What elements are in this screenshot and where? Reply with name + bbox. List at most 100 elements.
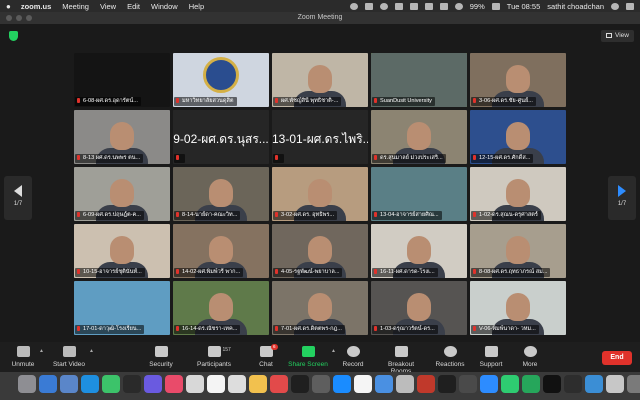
- participant-tile[interactable]: 13-04-อาจารย์สายศิณ...: [371, 167, 467, 221]
- dock-app-icon[interactable]: [375, 375, 393, 393]
- participant-tile[interactable]: ดร.สุนมาลย์ ม่วงประเสริ...: [371, 110, 467, 164]
- participant-tile[interactable]: ผศ.พัชญ์สินี พุทธิชาติ-...: [272, 53, 368, 107]
- menu-app-name[interactable]: zoom.us: [21, 2, 51, 11]
- dock-app-icon[interactable]: [144, 375, 162, 393]
- participant-tile[interactable]: 8-13 ผศ.ดร.นพพร ตน...: [74, 110, 170, 164]
- share-options-caret-icon[interactable]: ▲: [331, 348, 336, 354]
- close-window-button[interactable]: [6, 15, 12, 21]
- dock-app-icon[interactable]: [627, 375, 640, 393]
- participant-tile[interactable]: 12-15-ผศ.ดร.ศักดิ์ส...: [470, 110, 566, 164]
- clock[interactable]: Tue 08:55: [507, 2, 541, 11]
- dock-app-icon[interactable]: [312, 375, 330, 393]
- participant-tile[interactable]: 6-09-ผศ.ดร.ปฤษฎ์ต-ค...: [74, 167, 170, 221]
- participant-tile[interactable]: 4-05-รฐพัฒน์-พยาบาล...: [272, 224, 368, 278]
- audio-options-caret-icon[interactable]: ▲: [39, 348, 44, 354]
- participant-tile[interactable]: SuanDusit University: [371, 53, 467, 107]
- dock-app-icon[interactable]: [102, 375, 120, 393]
- chat-button[interactable]: 6 Chat: [256, 344, 278, 368]
- dock-app-icon[interactable]: [480, 375, 498, 393]
- participant-tile[interactable]: 9-02-ผศ.ดร.นุสร...: [173, 110, 269, 164]
- participant-tile[interactable]: 16-14-ดร.ณัชรา-เทค...: [173, 281, 269, 335]
- menu-view[interactable]: View: [100, 2, 116, 11]
- dock-app-icon[interactable]: [438, 375, 456, 393]
- view-button-label: View: [615, 32, 629, 39]
- participant-name-label: 8-14-นาย์ดา-คณะวิท...: [174, 211, 241, 220]
- menu-window[interactable]: Window: [151, 2, 178, 11]
- battery-icon[interactable]: [491, 2, 500, 10]
- more-button[interactable]: More: [520, 346, 540, 368]
- dock-app-icon[interactable]: [249, 375, 267, 393]
- dock-app-icon[interactable]: [186, 375, 204, 393]
- participant-tile[interactable]: 17-01-ดาวุฒิ-โรงเรียน...: [74, 281, 170, 335]
- dock-app-icon[interactable]: [354, 375, 372, 393]
- participant-tile[interactable]: 1-03-ดรุณาวรัตน์-ดร...: [371, 281, 467, 335]
- keyboard-icon[interactable]: [439, 2, 448, 10]
- participant-tile[interactable]: 8-14-นาย์ดา-คณะวิท...: [173, 167, 269, 221]
- dock-app-icon[interactable]: [417, 375, 435, 393]
- participant-tile[interactable]: 10-15-อาจารย์ชุตินันท์...: [74, 224, 170, 278]
- zoom-window-button[interactable]: [26, 15, 32, 21]
- dock-app-icon[interactable]: [564, 375, 582, 393]
- start-video-button[interactable]: Start Video ▲: [52, 346, 94, 368]
- participant-tile[interactable]: V-06-พิมพ์นาดา- วหม...: [470, 281, 566, 335]
- wifi-icon[interactable]: [454, 2, 463, 10]
- dock-app-icon[interactable]: [81, 375, 99, 393]
- dock-app-icon[interactable]: [459, 375, 477, 393]
- dock-app-icon[interactable]: [291, 375, 309, 393]
- menu-edit[interactable]: Edit: [127, 2, 140, 11]
- control-center-icon[interactable]: [626, 2, 634, 10]
- next-page-button[interactable]: 1/7: [608, 176, 636, 220]
- zoom-status-icon[interactable]: [349, 2, 358, 10]
- unmute-button[interactable]: Unmute ▲: [10, 346, 44, 368]
- shield-icon[interactable]: [9, 31, 18, 41]
- dock-app-icon[interactable]: [606, 375, 624, 393]
- participant-tile[interactable]: 13-01-ผศ.ดร.ไพริ...: [272, 110, 368, 164]
- participant-tile[interactable]: 14-02-ผศ.พิมพ์วรี พาก...: [173, 224, 269, 278]
- muted-mic-icon: [176, 326, 179, 331]
- breakout-rooms-button[interactable]: Breakout Rooms: [377, 346, 425, 375]
- menu-help[interactable]: Help: [189, 2, 204, 11]
- participant-tile[interactable]: 8-08-ผศ.ดร.ฤทธาภรณ์ สม...: [470, 224, 566, 278]
- apple-icon[interactable]: ●: [6, 2, 11, 11]
- dock-app-icon[interactable]: [501, 375, 519, 393]
- dock-app-icon[interactable]: [123, 375, 141, 393]
- participant-tile[interactable]: 3-06-ผศ.ดร.ชัย-ศูนย์...: [470, 53, 566, 107]
- participant-tile[interactable]: 6-08-ผศ.ดร.อุดารัตน์...: [74, 53, 170, 107]
- dock-app-icon[interactable]: [585, 375, 603, 393]
- user-name[interactable]: sathit choadchan: [547, 2, 604, 11]
- record-button[interactable]: Record: [342, 346, 364, 368]
- dock-app-icon[interactable]: [228, 375, 246, 393]
- reactions-button[interactable]: Reactions: [435, 346, 465, 368]
- bluetooth-icon[interactable]: [409, 2, 418, 10]
- participant-tile[interactable]: มหาวิทยาลัยสวนดุสิต: [173, 53, 269, 107]
- video-options-caret-icon[interactable]: ▲: [89, 348, 94, 354]
- support-button[interactable]: Support: [478, 346, 504, 368]
- participant-tile[interactable]: 3-02-ผศ.ดร. อุทธิพร...: [272, 167, 368, 221]
- participant-tile[interactable]: 1-02-ดร.สุณน-ดรุศาสตร์: [470, 167, 566, 221]
- security-button[interactable]: Security: [147, 346, 175, 368]
- end-meeting-button[interactable]: End: [602, 351, 632, 365]
- previous-page-button[interactable]: 1/7: [4, 176, 32, 220]
- search-icon[interactable]: [611, 2, 619, 10]
- line-icon[interactable]: [379, 2, 388, 10]
- view-button[interactable]: View: [601, 30, 634, 42]
- dock-app-icon[interactable]: [165, 375, 183, 393]
- dock-app-icon[interactable]: [18, 375, 36, 393]
- dock-app-icon[interactable]: [207, 375, 225, 393]
- dock-app-icon[interactable]: [543, 375, 561, 393]
- dock-app-icon[interactable]: [270, 375, 288, 393]
- share-screen-button[interactable]: Share Screen ▲: [288, 346, 336, 368]
- participant-tile[interactable]: 7-01-ผศ.ดร.ดิตตพร-กฎ...: [272, 281, 368, 335]
- screen-icon[interactable]: [364, 2, 373, 10]
- dock-app-icon[interactable]: [39, 375, 57, 393]
- minimize-window-button[interactable]: [16, 15, 22, 21]
- dock-app-icon[interactable]: [396, 375, 414, 393]
- dock-app-icon[interactable]: [60, 375, 78, 393]
- facetime-icon[interactable]: [394, 2, 403, 10]
- participants-button[interactable]: 157 Participants: [195, 346, 233, 368]
- dock-app-icon[interactable]: [522, 375, 540, 393]
- participant-tile[interactable]: 16-11-ผศ.ดารด-โรงเ...: [371, 224, 467, 278]
- menu-meeting[interactable]: Meeting: [62, 2, 89, 11]
- dropbox-icon[interactable]: [424, 2, 433, 10]
- dock-app-icon[interactable]: [333, 375, 351, 393]
